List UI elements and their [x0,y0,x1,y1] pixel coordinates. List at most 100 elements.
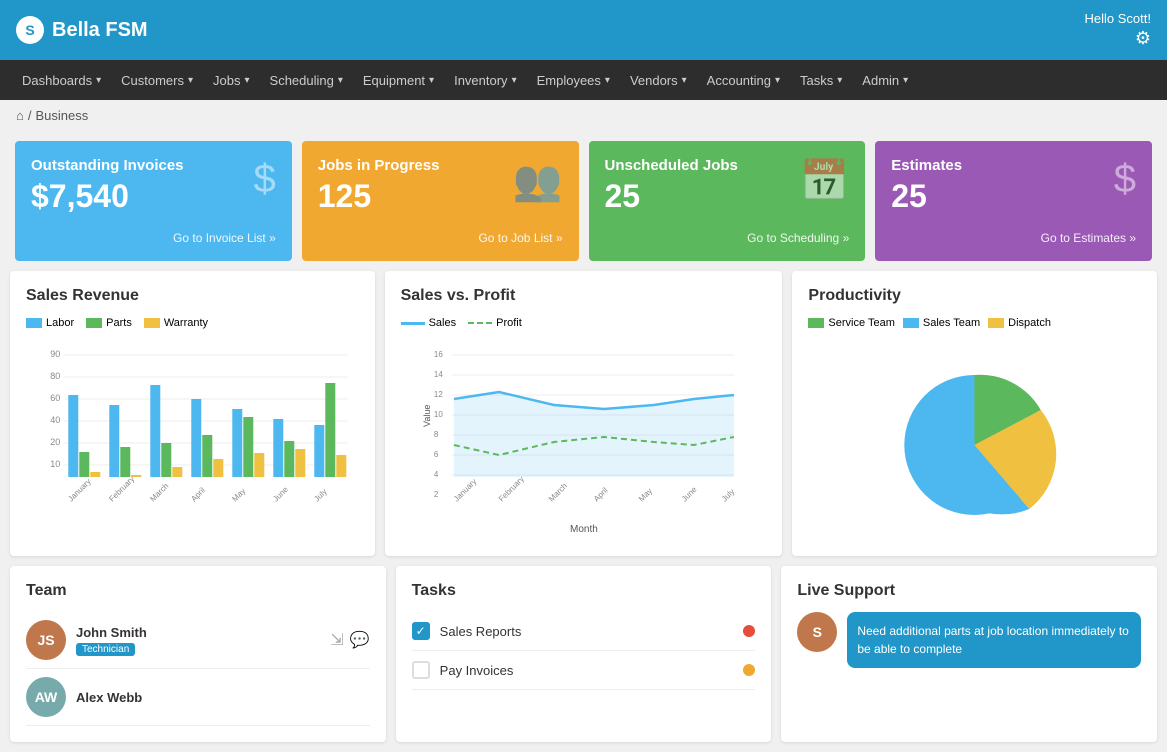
nav-item-scheduling[interactable]: Scheduling ▾ [260,60,353,100]
task-checkbox-sales[interactable]: ✓ [412,622,430,640]
svg-text:June: June [679,484,698,503]
avatar-alex: AW [26,677,66,717]
nav-item-employees[interactable]: Employees ▾ [527,60,620,100]
gear-icon[interactable]: ⚙ [1085,28,1151,49]
chevron-down-icon: ▾ [188,75,193,86]
stat-card-jobs-link[interactable]: Go to Job List » [318,231,563,245]
svg-text:May: May [636,486,653,503]
legend-parts: Parts [86,317,132,329]
member-info-alex: Alex Webb [76,690,370,705]
svg-text:12: 12 [434,390,443,399]
stat-card-unscheduled-link[interactable]: Go to Scheduling » [605,231,850,245]
member-name-john: John Smith [76,625,320,640]
support-avatar: S [797,612,837,652]
team-title: Team [26,582,370,600]
live-support-title: Live Support [797,582,1141,600]
calendar-icon: 📅 [799,157,849,204]
nav-label-equipment: Equipment [363,73,425,88]
chevron-down-icon: ▾ [429,75,434,86]
svg-text:January: January [451,477,477,503]
sales-profit-title: Sales vs. Profit [401,287,767,305]
stat-card-estimates-title: Estimates [891,157,1136,174]
svg-text:60: 60 [50,393,60,403]
share-icon[interactable]: ⇲ [330,630,343,650]
nav-label-admin: Admin [862,73,899,88]
nav-item-inventory[interactable]: Inventory ▾ [444,60,527,100]
line-legend: Sales Profit [401,317,767,329]
member-info-john: John Smith Technician [76,625,320,656]
logo: S Bella FSM [16,16,148,44]
stat-card-estimates-link[interactable]: Go to Estimates » [891,231,1136,245]
nav-item-jobs[interactable]: Jobs ▾ [203,60,260,100]
greeting-text: Hello Scott! [1085,11,1151,26]
nav-label-tasks: Tasks [800,73,833,88]
svg-text:March: March [546,481,568,503]
svg-text:May: May [230,486,247,503]
chevron-down-icon: ▾ [245,75,250,86]
stat-cards: Outstanding Invoices $7,540 $ Go to Invo… [0,131,1167,261]
nav-label-customers: Customers [121,73,184,88]
pie-chart-svg [808,345,1141,525]
legend-sales-team-label: Sales Team [923,317,980,329]
legend-sales: Sales [401,317,457,329]
member-actions-john: ⇲ 💬 [330,630,369,650]
task-dot-invoices [743,664,755,676]
chevron-down-icon: ▾ [338,75,343,86]
svg-text:80: 80 [50,371,60,381]
stat-card-jobs[interactable]: Jobs in Progress 125 👥 Go to Job List » [302,141,579,261]
stat-card-unscheduled[interactable]: Unscheduled Jobs 25 📅 Go to Scheduling » [589,141,866,261]
nav-item-vendors[interactable]: Vendors ▾ [620,60,697,100]
stat-card-invoices[interactable]: Outstanding Invoices $7,540 $ Go to Invo… [15,141,292,261]
svg-text:20: 20 [50,437,60,447]
member-name-alex: Alex Webb [76,690,370,705]
legend-service-team-label: Service Team [828,317,894,329]
svg-text:90: 90 [50,349,60,359]
team-card: Team JS John Smith Technician ⇲ 💬 AW Ale… [10,566,386,742]
profit-line-color [468,322,492,325]
nav-item-customers[interactable]: Customers ▾ [111,60,203,100]
chevron-down-icon: ▾ [682,75,687,86]
svg-text:April: April [591,486,609,504]
chat-icon[interactable]: 💬 [350,630,370,650]
productivity-chart: Productivity Service Team Sales Team Dis… [792,271,1157,556]
stat-card-invoices-title: Outstanding Invoices [31,157,276,174]
breadcrumb-separator: / [28,108,32,123]
svg-text:4: 4 [434,470,439,479]
svg-text:10: 10 [50,459,60,469]
svg-text:February: February [107,474,136,503]
breadcrumb: ⌂ / Business [0,100,1167,131]
task-checkbox-invoices[interactable] [412,661,430,679]
labor-color [26,318,42,328]
legend-warranty: Warranty [144,317,208,329]
warranty-color [144,318,160,328]
chevron-down-icon: ▾ [903,75,908,86]
nav-label-employees: Employees [537,73,601,88]
nav-item-equipment[interactable]: Equipment ▾ [353,60,444,100]
line-chart-svg: 16 14 12 10 8 6 4 2 Value January [401,337,767,537]
nav-item-tasks[interactable]: Tasks ▾ [790,60,852,100]
productivity-title: Productivity [808,287,1141,305]
nav-item-accounting[interactable]: Accounting ▾ [697,60,790,100]
support-bubble: Need additional parts at job location im… [847,612,1141,668]
home-icon[interactable]: ⌂ [16,108,24,123]
breadcrumb-current: Business [35,108,88,123]
svg-text:July: July [719,487,735,503]
legend-profit: Profit [468,317,522,329]
stat-card-estimates[interactable]: Estimates 25 $ Go to Estimates » [875,141,1152,261]
nav-item-dashboards[interactable]: Dashboards ▾ [12,60,111,100]
team-member-john: JS John Smith Technician ⇲ 💬 [26,612,370,669]
svg-text:6: 6 [434,450,439,459]
tasks-title: Tasks [412,582,756,600]
sales-line-color [401,322,425,325]
bar-chart-svg: 90 80 60 40 20 10 [26,337,359,537]
logo-icon: S [16,16,44,44]
stat-card-invoices-link[interactable]: Go to Invoice List » [31,231,276,245]
chevron-down-icon: ▾ [837,75,842,86]
nav-item-admin[interactable]: Admin ▾ [852,60,918,100]
chevron-down-icon: ▾ [96,75,101,86]
legend-dispatch-label: Dispatch [1008,317,1051,329]
svg-text:February: February [496,474,525,503]
nav-label-accounting: Accounting [707,73,771,88]
legend-dispatch: Dispatch [988,317,1051,329]
task-item-pay-invoices: Pay Invoices [412,651,756,690]
